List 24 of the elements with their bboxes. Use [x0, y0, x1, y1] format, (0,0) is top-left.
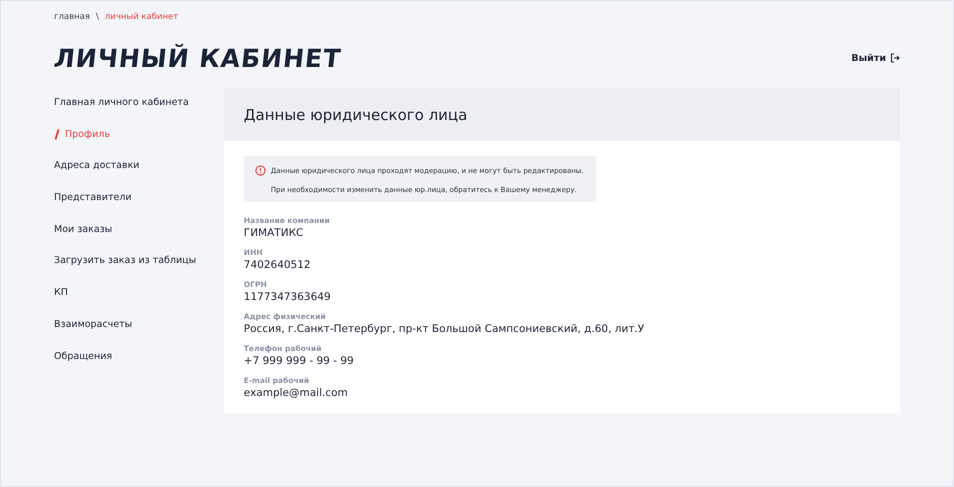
panel-title: Данные юридического лица [224, 88, 900, 141]
logout-button[interactable]: Выйти [851, 52, 900, 64]
sidebar-item[interactable]: Профиль [54, 128, 224, 160]
field-value: ГИМАТИКС [244, 227, 304, 239]
page-title: ЛИЧНЫЙ КАБИНЕТ [52, 44, 343, 72]
sidebar-item[interactable]: Главная личного кабинета [54, 97, 224, 129]
field-value: 1177347363649 [244, 291, 332, 303]
field-value: Россия, г.Санкт-Петербург, пр-кт Большой Сампсониевский, д.60, лит.У [244, 323, 644, 335]
sidebar-item[interactable]: Адреса доставки [54, 160, 224, 192]
sidebar-item[interactable]: КП [54, 287, 224, 319]
sidebar-item[interactable]: Мои заказы [54, 224, 224, 256]
field-value: +7 999 999 - 99 - 99 [244, 355, 355, 367]
warning-icon [254, 165, 266, 176]
sidebar-item[interactable]: Обращения [54, 350, 224, 382]
breadcrumb-link[interactable]: личный кабинет [104, 12, 178, 22]
sidebar-item[interactable]: Представители [54, 192, 224, 224]
breadcrumb-separator: \ [96, 12, 99, 22]
sidebar-item[interactable]: Взаиморасчеты [54, 318, 224, 350]
field-value: 7402640512 [244, 259, 312, 271]
field-value: example@mail.com [244, 387, 349, 399]
logout-icon [890, 53, 900, 63]
sidebar-item[interactable]: Загрузить заказ из таблицы [54, 255, 224, 288]
breadcrumb-link[interactable]: главная [54, 12, 90, 22]
slash-icon [54, 128, 60, 140]
